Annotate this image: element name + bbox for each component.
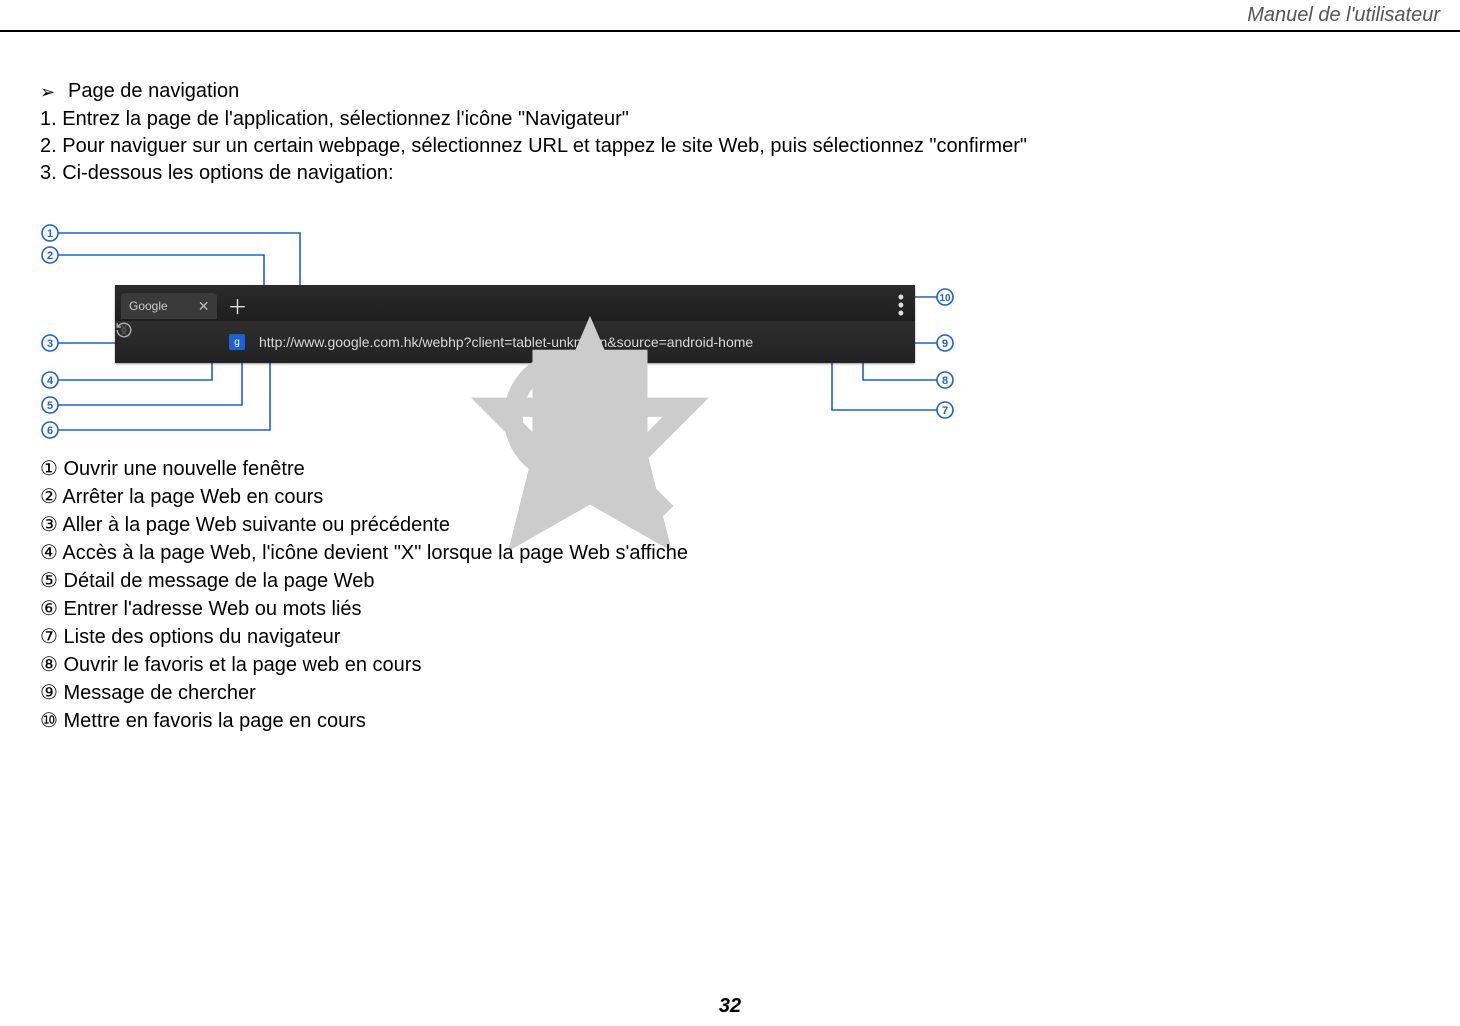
legend-marker: ⑧ [40,654,58,676]
legend-text: Message de chercher [64,682,256,704]
legend-marker: ⑦ [40,626,58,648]
section-heading: Page de navigation [68,80,239,103]
document-header: Manuel de l'utilisateur [1247,4,1440,27]
close-tab-icon[interactable]: ✕ [198,298,210,315]
header-divider [0,30,1460,32]
new-tab-button[interactable]: ＋ [217,291,257,320]
menu-icon[interactable]: ••• [898,289,905,317]
browser-callout-diagram: 1 2 3 4 5 6 10 [40,215,990,445]
legend-marker: ⑤ [40,570,58,592]
legend-marker: ⑩ [40,710,58,732]
callout-badge-3: 3 [47,338,53,350]
legend-text: Ouvrir le favoris et la page web en cour… [64,654,422,676]
callout-badge-2: 2 [47,250,53,262]
step-text: 3. Ci-dessous les options de navigation: [40,160,1420,186]
legend-text: Mettre en favoris la page en cours [64,710,366,732]
legend-text: Accès à la page Web, l'icône devient "X"… [62,542,688,564]
legend-marker: ③ [40,514,58,536]
callout-legend: ① Ouvrir une nouvelle fenêtre ② Arrêter … [40,455,688,735]
callout-badge-4: 4 [47,375,54,387]
callout-badge-10: 10 [939,293,951,304]
legend-marker: ④ [40,542,58,564]
legend-text: Arrêter la page Web en cours [62,486,323,508]
tab-label: Google [129,299,168,313]
legend-marker: ① [40,458,58,480]
legend-marker: ⑨ [40,682,58,704]
legend-text: Liste des options du navigateur [64,626,341,648]
callout-badge-1: 1 [47,228,53,240]
page-number: 32 [0,995,1460,1018]
legend-marker: ⑥ [40,598,58,620]
bullet-arrow-icon: ➢ [40,80,68,104]
callout-badge-5: 5 [47,400,53,412]
browser-window: Google ✕ ＋ ••• g http://www. [115,285,915,363]
legend-text: Entrer l'adresse Web ou mots liés [64,598,362,620]
legend-marker: ② [40,486,58,508]
legend-text: Détail de message de la page Web [64,570,375,592]
legend-text: Aller à la page Web suivante ou précéden… [62,514,450,536]
browser-tab[interactable]: Google ✕ [121,293,217,319]
step-text: 1. Entrez la page de l'application, séle… [40,106,1420,132]
bookmark-icon[interactable] [885,333,903,351]
callout-badge-6: 6 [47,425,53,437]
browser-toolbar: g http://www.google.com.hk/webhp?client=… [115,321,915,363]
tab-strip: Google ✕ ＋ ••• [115,285,915,321]
legend-text: Ouvrir une nouvelle fenêtre [64,458,305,480]
step-text: 2. Pour naviguer sur un certain webpage,… [40,133,1420,159]
